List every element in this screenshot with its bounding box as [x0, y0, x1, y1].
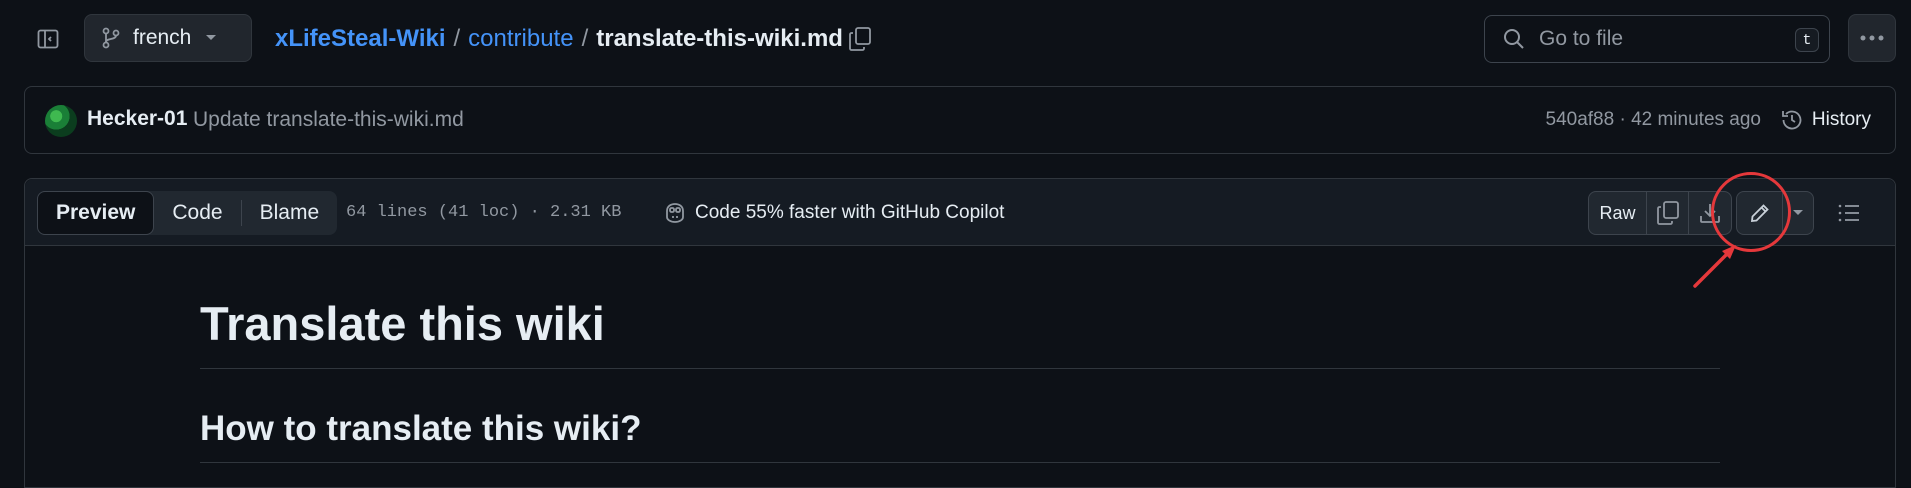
- branch-icon: [101, 27, 121, 49]
- file-header: Preview Code Blame 64 lines (41 loc) · 2…: [25, 179, 1895, 246]
- view-mode-segmented-control: Preview Code Blame: [37, 191, 338, 235]
- copy-icon: [1656, 200, 1680, 226]
- tab-preview[interactable]: Preview: [37, 191, 155, 235]
- raw-button[interactable]: Raw: [1589, 192, 1647, 234]
- branch-name: french: [133, 26, 192, 49]
- latest-commit-bar: Hecker-01 Update translate-this-wiki.md …: [24, 86, 1896, 154]
- download-raw-button[interactable]: [1689, 192, 1731, 234]
- commit-hash-and-time[interactable]: 540af88 · 42 minutes ago: [1546, 109, 1762, 131]
- list-icon: [1837, 202, 1861, 224]
- copilot-text: Code 55% faster with GitHub Copilot: [695, 202, 1005, 223]
- search-icon: [1503, 28, 1525, 50]
- chevron-down-icon: [1792, 209, 1804, 217]
- topbar: french xLifeSteal-Wiki / contribute / tr…: [0, 0, 1911, 78]
- content-heading-1: Translate this wiki: [200, 297, 605, 350]
- edit-options-dropdown[interactable]: [1783, 192, 1813, 234]
- breadcrumb-file-name: translate-this-wiki.md: [596, 25, 843, 52]
- tab-code[interactable]: Code: [154, 191, 240, 235]
- chevron-down-icon: [205, 34, 217, 42]
- branch-selector-button[interactable]: french: [84, 14, 252, 62]
- history-icon: [1780, 108, 1804, 132]
- keyboard-shortcut-hint: t: [1795, 28, 1819, 52]
- breadcrumb-separator: /: [453, 25, 461, 52]
- outline-toggle-button[interactable]: [1827, 191, 1871, 235]
- copy-raw-button[interactable]: [1647, 192, 1689, 234]
- go-to-file-search[interactable]: t: [1484, 15, 1830, 63]
- breadcrumb-separator: /: [581, 25, 589, 52]
- content-heading-2: How to translate this wiki?: [200, 409, 642, 448]
- copilot-icon: [663, 202, 687, 224]
- file-actions-group: Raw: [1588, 191, 1732, 235]
- breadcrumb: xLifeSteal-Wiki / contribute / translate…: [275, 22, 843, 56]
- tab-blame[interactable]: Blame: [242, 191, 338, 235]
- history-button[interactable]: History: [1780, 104, 1871, 136]
- heading-divider: [200, 462, 1720, 463]
- copy-path-icon[interactable]: [846, 24, 874, 54]
- more-options-button[interactable]: [1848, 14, 1896, 62]
- download-icon: [1698, 201, 1722, 225]
- commit-message-link[interactable]: Update translate-this-wiki.md: [193, 108, 464, 132]
- commit-author-link[interactable]: Hecker-01: [87, 107, 187, 131]
- pencil-icon: [1749, 202, 1771, 224]
- file-stats: 64 lines (41 loc) · 2.31 KB: [346, 203, 622, 222]
- avatar[interactable]: [45, 105, 77, 137]
- heading-divider: [200, 368, 1720, 369]
- copilot-promo-link[interactable]: Code 55% faster with GitHub Copilot: [663, 200, 1004, 226]
- sidepanel-toggle-icon[interactable]: [30, 24, 66, 54]
- search-input[interactable]: [1539, 27, 1779, 51]
- edit-file-button[interactable]: [1737, 192, 1783, 234]
- breadcrumb-dir-link[interactable]: contribute: [468, 25, 573, 53]
- history-label: History: [1811, 109, 1871, 130]
- breadcrumb-repo-link[interactable]: xLifeSteal-Wiki: [275, 25, 446, 53]
- edit-file-group: [1736, 191, 1814, 235]
- kebab-icon: [1860, 35, 1884, 41]
